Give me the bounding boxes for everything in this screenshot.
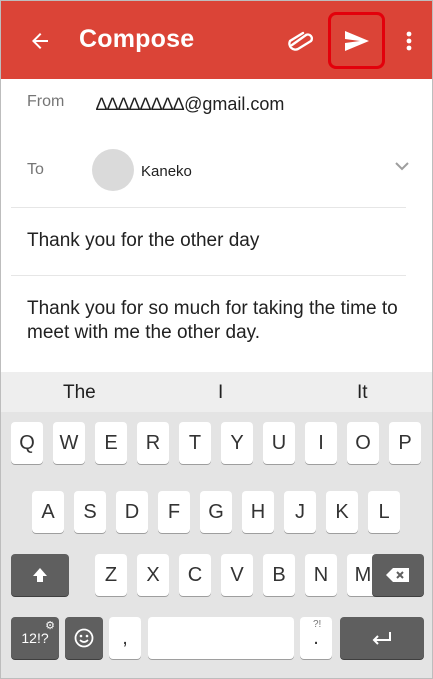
key-s[interactable]: S: [74, 491, 106, 533]
enter-icon: [340, 617, 424, 659]
more-vert-icon[interactable]: [394, 23, 424, 59]
symbols-key-label: 12!?: [21, 630, 49, 646]
to-label: To: [27, 161, 44, 178]
key-w[interactable]: W: [53, 422, 85, 464]
shift-icon: [11, 554, 69, 596]
gear-icon: ⚙: [45, 620, 55, 632]
backspace-icon: [372, 554, 424, 596]
key-t[interactable]: T: [179, 422, 211, 464]
key-r[interactable]: R: [137, 422, 169, 464]
key-h[interactable]: H: [242, 491, 274, 533]
send-icon[interactable]: [334, 18, 379, 63]
key-l[interactable]: L: [368, 491, 400, 533]
subject-field[interactable]: Thank you for the other day: [27, 230, 259, 252]
key-q[interactable]: Q: [11, 422, 43, 464]
key-y[interactable]: Y: [221, 422, 253, 464]
suggestion-3[interactable]: It: [357, 382, 368, 404]
suggestion-strip: The I It: [1, 372, 432, 412]
key-b[interactable]: B: [263, 554, 295, 596]
suggestion-1[interactable]: The: [63, 382, 96, 404]
key-k[interactable]: K: [326, 491, 358, 533]
key-c[interactable]: C: [179, 554, 211, 596]
key-j[interactable]: J: [284, 491, 316, 533]
enter-key[interactable]: [340, 617, 424, 659]
paperclip-icon[interactable]: [283, 26, 319, 56]
chevron-down-icon[interactable]: [393, 159, 411, 173]
comma-key[interactable]: ,: [109, 617, 141, 659]
key-x[interactable]: X: [137, 554, 169, 596]
arrow-left-icon[interactable]: [23, 24, 57, 58]
period-key[interactable]: . ?!: [300, 617, 332, 659]
key-i[interactable]: I: [305, 422, 337, 464]
divider: [11, 275, 406, 276]
page-title: Compose: [79, 25, 195, 53]
recipient-chip[interactable]: Kaneko: [141, 163, 192, 180]
key-n[interactable]: N: [305, 554, 337, 596]
from-label: From: [27, 93, 65, 110]
divider: [11, 207, 406, 208]
key-p[interactable]: P: [389, 422, 421, 464]
key-e[interactable]: E: [95, 422, 127, 464]
key-v[interactable]: V: [221, 554, 253, 596]
key-a[interactable]: A: [32, 491, 64, 533]
emoji-key[interactable]: [65, 617, 103, 659]
body-field[interactable]: Thank you for so much for taking the tim…: [27, 297, 412, 345]
space-key[interactable]: [148, 617, 294, 659]
symbols-key[interactable]: 12!? ⚙: [11, 617, 59, 659]
key-z[interactable]: Z: [95, 554, 127, 596]
period-key-hint: ?!: [313, 619, 322, 630]
shift-key[interactable]: [11, 554, 69, 596]
suggestion-2[interactable]: I: [218, 382, 223, 404]
backspace-key[interactable]: [372, 554, 424, 596]
avatar: [92, 149, 134, 191]
keyboard: Q W E R T Y U I O P A S D F G H J K L Z …: [1, 412, 432, 678]
key-u[interactable]: U: [263, 422, 295, 464]
from-address[interactable]: ∆∆∆∆∆∆∆∆@gmail.com: [96, 94, 284, 115]
key-d[interactable]: D: [116, 491, 148, 533]
key-f[interactable]: F: [158, 491, 190, 533]
key-g[interactable]: G: [200, 491, 232, 533]
compose-screen: Compose From ∆∆∆∆∆∆∆∆@gmail.com To Kanek…: [0, 0, 433, 679]
app-bar: Compose: [1, 1, 432, 79]
emoji-icon: [65, 617, 103, 659]
key-o[interactable]: O: [347, 422, 379, 464]
